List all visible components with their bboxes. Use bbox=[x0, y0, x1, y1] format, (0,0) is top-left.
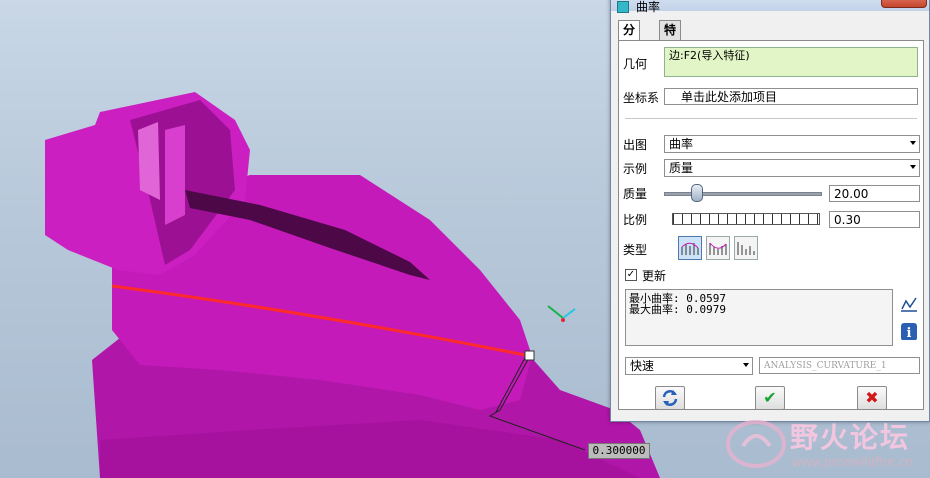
tangent-comb-icon bbox=[737, 242, 755, 255]
mode-select[interactable]: 快速 bbox=[625, 357, 753, 375]
display-select[interactable]: 质量 bbox=[664, 159, 920, 177]
chevron-down-icon bbox=[910, 141, 916, 145]
checkmark-icon: ✔ bbox=[763, 388, 777, 407]
display-select-value: 质量 bbox=[669, 161, 694, 175]
chevron-down-icon bbox=[910, 165, 916, 169]
geometry-collector[interactable]: 边:F2(导入特征) bbox=[664, 47, 918, 77]
graph-icon[interactable] bbox=[900, 295, 918, 313]
plot-select[interactable]: 曲率 bbox=[664, 135, 920, 153]
coord-system-collector[interactable]: 单击此处添加项目 bbox=[664, 88, 918, 105]
quality-label: 质量 bbox=[623, 187, 648, 201]
cancel-button[interactable]: ✖ bbox=[857, 386, 887, 410]
update-checkbox[interactable]: ✓ bbox=[625, 269, 637, 281]
svg-text:i: i bbox=[907, 326, 912, 340]
quality-slider-thumb[interactable] bbox=[691, 184, 703, 202]
ok-button[interactable]: ✔ bbox=[755, 386, 785, 410]
plot-select-value: 曲率 bbox=[669, 137, 694, 151]
watermark-text: 野火论坛 bbox=[790, 421, 911, 454]
coord-system-label: 坐标系 bbox=[623, 91, 660, 105]
mode-select-value: 快速 bbox=[630, 359, 655, 373]
info-icon[interactable]: i bbox=[900, 322, 918, 340]
scale-label: 比例 bbox=[623, 213, 648, 227]
quality-input[interactable]: 20.00 bbox=[829, 185, 920, 202]
watermark-url: www.proewildfire.cn bbox=[792, 455, 913, 469]
window-close-button[interactable] bbox=[881, 0, 927, 8]
dialog-title: 曲率 bbox=[636, 0, 661, 14]
plot-label: 出图 bbox=[623, 138, 648, 152]
quality-slider[interactable] bbox=[664, 192, 822, 196]
scale-ruler[interactable] bbox=[672, 213, 820, 225]
radius-comb-icon bbox=[709, 242, 727, 255]
section-divider bbox=[625, 118, 917, 119]
type-curvature-button[interactable] bbox=[678, 236, 702, 260]
type-label: 类型 bbox=[623, 243, 648, 257]
dialog-titlebar[interactable]: 曲率 bbox=[611, 0, 929, 14]
app-icon bbox=[617, 1, 629, 13]
geometry-label: 几何 bbox=[623, 57, 648, 71]
chevron-down-icon bbox=[743, 363, 749, 367]
update-label: 更新 bbox=[642, 269, 667, 283]
curvature-scale-readout: 0.300000 bbox=[588, 443, 650, 459]
type-tangent-button[interactable] bbox=[734, 236, 758, 260]
scale-input[interactable]: 0.30 bbox=[829, 211, 920, 228]
curvature-dialog[interactable]: 曲率 分析 特征 几何 边:F2(导入特征) 坐标系 单击此处添加项目 出图 曲… bbox=[610, 0, 930, 422]
tab-analysis[interactable]: 分析 bbox=[618, 20, 641, 56]
repeat-button[interactable] bbox=[655, 386, 685, 410]
display-label: 示例 bbox=[623, 162, 648, 176]
results-box: 最小曲率: 0.0597 最大曲率: 0.0979 bbox=[625, 289, 893, 346]
analysis-panel: 几何 边:F2(导入特征) 坐标系 单击此处添加项目 出图 曲率 示例 质量 质… bbox=[618, 40, 924, 410]
close-icon: ✖ bbox=[865, 388, 879, 407]
repeat-icon bbox=[662, 390, 678, 406]
analysis-name-field[interactable]: ANALYSIS_CURVATURE_1 bbox=[759, 357, 920, 374]
max-curvature-text: 最大曲率: 0.0979 bbox=[629, 303, 726, 316]
tab-feature[interactable]: 特征 bbox=[659, 20, 682, 56]
type-radius-button[interactable] bbox=[706, 236, 730, 260]
curvature-comb-icon bbox=[681, 242, 699, 255]
